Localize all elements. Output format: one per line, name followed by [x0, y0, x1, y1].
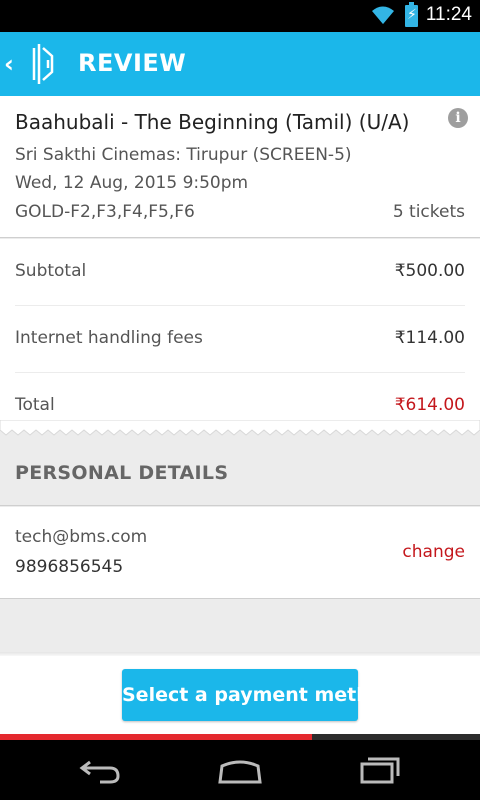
seat-list: GOLD-F2,F3,F4,F5,F6: [15, 202, 195, 222]
home-nav-icon[interactable]: [216, 756, 264, 784]
change-link[interactable]: change: [402, 542, 465, 562]
app-bar: ‹ REVIEW: [0, 32, 480, 96]
receipt-zigzag-edge: [0, 420, 480, 436]
price-label: Subtotal: [15, 261, 87, 281]
phone-text: 9896856545: [15, 557, 124, 577]
booking-summary-card: Baahubali - The Beginning (Tamil) (U/A) …: [0, 96, 480, 238]
price-row-handling-fees: Internet handling fees ₹114.00: [15, 306, 465, 373]
select-payment-button[interactable]: Select a payment method: [122, 669, 396, 721]
info-icon[interactable]: i: [448, 108, 468, 128]
price-breakdown: Subtotal ₹500.00 Internet handling fees …: [0, 239, 480, 425]
total-value: ₹614.00: [394, 395, 465, 415]
wifi-icon: [372, 6, 394, 24]
page-title: REVIEW: [78, 49, 187, 77]
movie-title: Baahubali - The Beginning (Tamil) (U/A): [15, 110, 410, 134]
back-nav-icon[interactable]: [78, 756, 122, 784]
battery-charging-icon: ⚡: [405, 2, 418, 27]
app-logo[interactable]: [30, 44, 56, 84]
email-text: tech@bms.com: [15, 527, 148, 547]
price-row-subtotal: Subtotal ₹500.00: [15, 239, 465, 306]
ticket-count: 5 tickets: [392, 202, 465, 222]
price-value: ₹500.00: [394, 261, 465, 281]
back-chevron-icon[interactable]: ‹: [4, 50, 14, 78]
recents-nav-icon[interactable]: [358, 756, 402, 784]
personal-details-header: PERSONAL DETAILS: [0, 436, 480, 506]
price-value: ₹114.00: [394, 328, 465, 348]
system-nav-bar: [0, 740, 480, 800]
contact-details-card: tech@bms.com 9896856545 change: [0, 507, 480, 599]
showtime: Wed, 12 Aug, 2015 9:50pm: [15, 173, 249, 193]
price-label: Internet handling fees: [15, 328, 203, 348]
status-time: 11:24: [425, 4, 472, 25]
status-bar: ⚡ 11:24: [0, 0, 480, 32]
cinema-name: Sri Sakthi Cinemas: Tirupur (SCREEN-5): [15, 145, 352, 165]
footer: Select a payment method: [0, 656, 480, 734]
section-heading: PERSONAL DETAILS: [15, 462, 229, 484]
price-label: Total: [15, 395, 55, 415]
